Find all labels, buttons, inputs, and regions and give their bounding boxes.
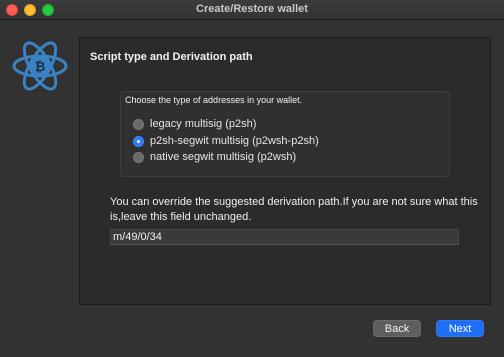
address-type-group-label: Choose the type of addresses in your wal…	[125, 95, 303, 105]
back-button[interactable]: Back	[373, 320, 421, 337]
option-native-segwit-multisig[interactable]: native segwit multisig (p2wsh)	[133, 150, 296, 164]
option-label: native segwit multisig (p2wsh)	[150, 151, 297, 163]
option-label: p2sh-segwit multisig (p2wsh-p2sh)	[150, 135, 319, 147]
title-bar: Create/Restore wallet	[0, 0, 504, 20]
wizard-panel: Script type and Derivation path Choose t…	[79, 37, 491, 305]
radio-unchecked-icon[interactable]	[133, 151, 144, 163]
radio-checked-icon[interactable]	[133, 135, 144, 147]
option-legacy-multisig[interactable]: legacy multisig (p2sh)	[133, 117, 256, 131]
panel-title: Script type and Derivation path	[90, 51, 253, 63]
next-button[interactable]: Next	[436, 320, 484, 337]
window-title: Create/Restore wallet	[196, 3, 308, 15]
override-instructions: You can override the suggested derivatio…	[110, 196, 478, 223]
option-p2sh-segwit-multisig[interactable]: p2sh-segwit multisig (p2wsh-p2sh)	[133, 134, 319, 148]
option-label: legacy multisig (p2sh)	[150, 118, 257, 130]
radio-unchecked-icon[interactable]	[133, 118, 144, 130]
electrum-logo-icon: ₿	[12, 38, 68, 94]
svg-text:₿: ₿	[35, 60, 46, 75]
derivation-path-input[interactable]	[110, 229, 459, 245]
